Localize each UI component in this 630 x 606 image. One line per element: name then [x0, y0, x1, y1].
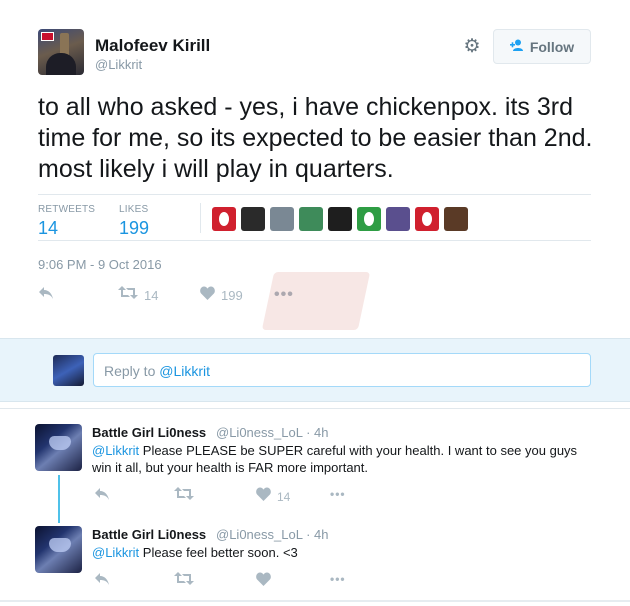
bottom-border [0, 600, 630, 602]
retweet-button[interactable] [174, 487, 194, 505]
likes-stat[interactable]: LIKES 199 [119, 204, 149, 239]
reply-body: Please feel better soon. <3 [139, 545, 298, 560]
reply-author-name[interactable]: Battle Girl Li0ness [92, 527, 206, 542]
retweet-icon [174, 487, 194, 505]
liker-avatar[interactable] [212, 207, 236, 231]
reply-input[interactable]: Reply to @Likkrit [93, 353, 591, 387]
like-button[interactable]: 14 [256, 487, 290, 506]
reply-actions: ••• [94, 572, 394, 590]
like-count: 14 [277, 489, 291, 504]
flag-icon [41, 32, 54, 41]
reply-author-handle[interactable]: @Li0ness_LoL [216, 425, 302, 440]
reply-actions: 14 ••• [94, 487, 394, 505]
liker-avatars [212, 207, 468, 231]
retweets-count: 14 [38, 218, 59, 238]
egg-icon [219, 212, 229, 226]
reply-text: @Likkrit Please feel better soon. <3 [92, 544, 592, 561]
like-count: 199 [221, 288, 243, 303]
author-name[interactable]: Malofeev Kirill [95, 36, 210, 56]
mask-shape [49, 436, 71, 450]
follow-label: Follow [529, 38, 575, 55]
reply-author-meta: @Li0ness_LoL · 4h [216, 527, 328, 542]
heart-icon [256, 487, 271, 506]
reply-placeholder-prefix: Reply to [104, 363, 160, 379]
liker-avatar[interactable] [328, 207, 352, 231]
follow-button[interactable]: Follow [493, 29, 591, 64]
heart-icon [200, 286, 215, 305]
current-user-avatar [53, 355, 84, 386]
reply-tweet[interactable]: Battle Girl Li0ness @Li0ness_LoL · 4h @L… [0, 522, 630, 606]
reply-author-meta: @Li0ness_LoL · 4h [216, 425, 328, 440]
thread-separator [0, 408, 630, 409]
mask-shape [49, 538, 71, 552]
tweet-actions: 14 199 ••• [38, 286, 438, 306]
reply-text: @Likkrit Please PLEASE be SUPER careful … [92, 442, 592, 476]
more-icon[interactable]: ••• [330, 487, 346, 501]
liker-avatar[interactable] [357, 207, 381, 231]
liker-avatar[interactable] [386, 207, 410, 231]
likes-label: LIKES [119, 204, 149, 215]
reply-time[interactable]: · 4h [306, 527, 328, 542]
liker-avatar[interactable] [241, 207, 265, 231]
reply-body: Please PLEASE be SUPER careful with your… [92, 443, 578, 475]
tweet-text: to all who asked - yes, i have chickenpo… [38, 93, 593, 183]
retweet-icon [118, 286, 138, 304]
retweet-count: 14 [144, 287, 159, 303]
reply-icon [38, 286, 54, 305]
watermark-logo [261, 272, 371, 330]
egg-icon [422, 212, 432, 226]
reply-author-name[interactable]: Battle Girl Li0ness [92, 425, 206, 440]
more-icon[interactable]: ••• [330, 572, 346, 586]
thread-connector [58, 475, 60, 523]
liker-avatar[interactable] [299, 207, 323, 231]
liker-avatar[interactable] [444, 207, 468, 231]
like-button[interactable] [256, 572, 271, 591]
stats-divider [200, 203, 201, 233]
reply-author-handle[interactable]: @Li0ness_LoL [216, 527, 302, 542]
tweet-card: Malofeev Kirill @Likkrit ⚙ Follow to all… [0, 0, 630, 338]
liker-avatar[interactable] [415, 207, 439, 231]
heart-icon [256, 572, 271, 591]
tweet-timestamp[interactable]: 9:06 PM - 9 Oct 2016 [38, 257, 162, 272]
retweets-stat[interactable]: RETWEETS 14 [38, 204, 95, 239]
gear-icon[interactable]: ⚙ [462, 37, 482, 57]
retweet-button[interactable] [174, 572, 194, 590]
reply-avatar[interactable] [35, 526, 82, 573]
reply-avatar[interactable] [35, 424, 82, 471]
liker-avatar[interactable] [270, 207, 294, 231]
reply-tweet[interactable]: Battle Girl Li0ness @Li0ness_LoL · 4h @L… [0, 420, 630, 512]
egg-icon [364, 212, 374, 226]
retweets-label: RETWEETS [38, 204, 96, 215]
likes-count: 199 [119, 218, 150, 238]
author-avatar[interactable] [38, 29, 84, 75]
tweet-stats: RETWEETS 14 LIKES 199 [38, 194, 591, 241]
reply-icon [94, 487, 110, 506]
reply-mention[interactable]: @Likkrit [92, 443, 139, 458]
retweet-button[interactable]: 14 [118, 286, 158, 304]
like-button[interactable]: 199 [200, 286, 243, 305]
author-handle[interactable]: @Likkrit [95, 57, 142, 72]
retweet-icon [174, 572, 194, 590]
reply-placeholder-mention: @Likkrit [159, 363, 211, 379]
reply-time[interactable]: · 4h [306, 425, 328, 440]
figure-shape [46, 53, 76, 75]
user-plus-icon [509, 39, 524, 54]
reply-icon [94, 572, 110, 591]
reply-mention[interactable]: @Likkrit [92, 545, 139, 560]
reply-box: Reply to @Likkrit [0, 338, 630, 402]
